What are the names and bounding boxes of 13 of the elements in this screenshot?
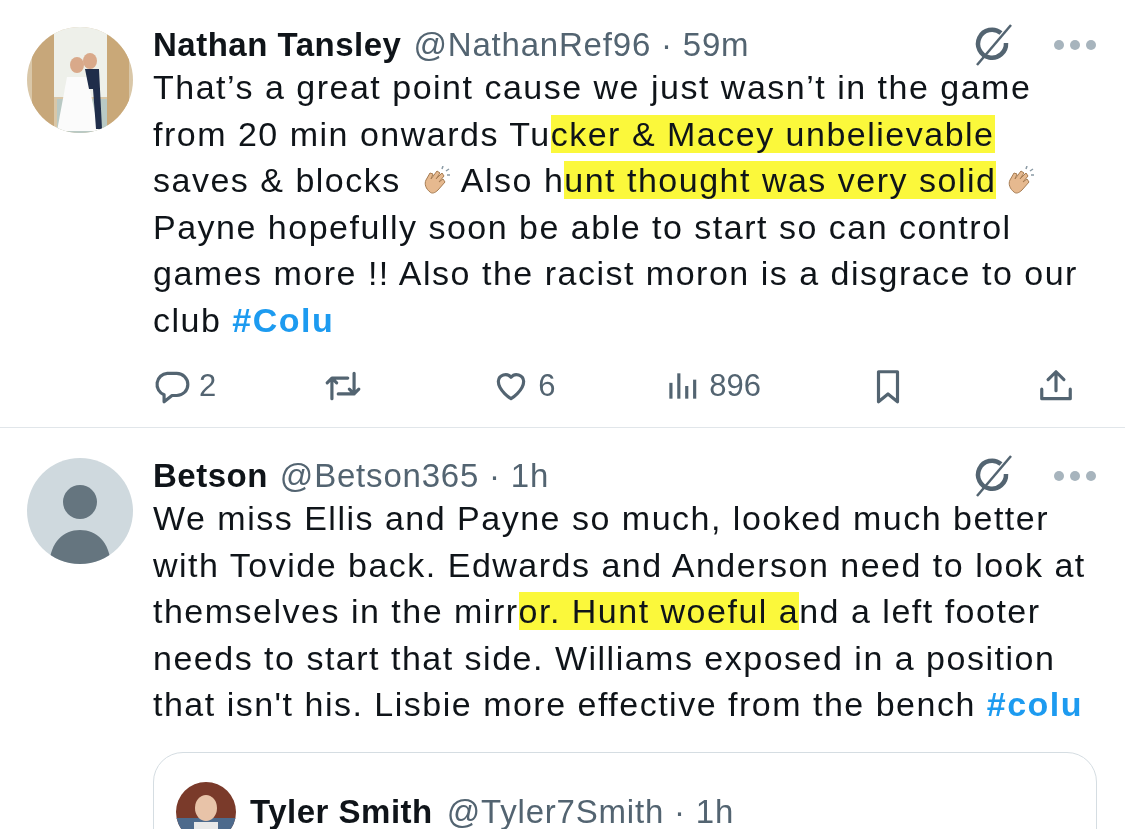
tweet-text: That’s a great point cause we just wasn’t in the game from 20 min onwards Tucker & Macey unbelievable saves & blocks Also hunt thought was very solid Payne hopefully soon be able to start so can control games more !! Also the racist moron is a disgrace to our club #Colu — [153, 67, 1079, 341]
user-name[interactable]: Tyler Smith — [250, 792, 433, 829]
user-handle: @Betson365 · 1h — [279, 457, 550, 495]
user-name[interactable]: Nathan Tansley — [153, 26, 402, 64]
like-button[interactable]: 6 — [492, 367, 556, 405]
user-handle: @NathanRef96 · 59m — [413, 26, 750, 64]
views-button[interactable]: 896 — [663, 367, 762, 405]
clapping-hands-icon — [1006, 166, 1037, 196]
quoted-tweet-card[interactable]: Tyler Smith @Tyler7Smith · 1h — [153, 751, 1097, 829]
reply-button[interactable]: 2 — [153, 367, 217, 405]
user-name[interactable]: Betson — [153, 457, 268, 495]
tweet-text: We miss Ellis and Payne so much, looked much better with Tovide back. Edwards and Anderson need to look at themselves in the mirror. Hunt woeful and a left footer needs to start that side. Williams exposed in a position that isn't his. Lisbie more effective from the bench #colu — [153, 498, 1087, 725]
user-handle: @Tyler7Smith · 1h — [446, 792, 735, 829]
